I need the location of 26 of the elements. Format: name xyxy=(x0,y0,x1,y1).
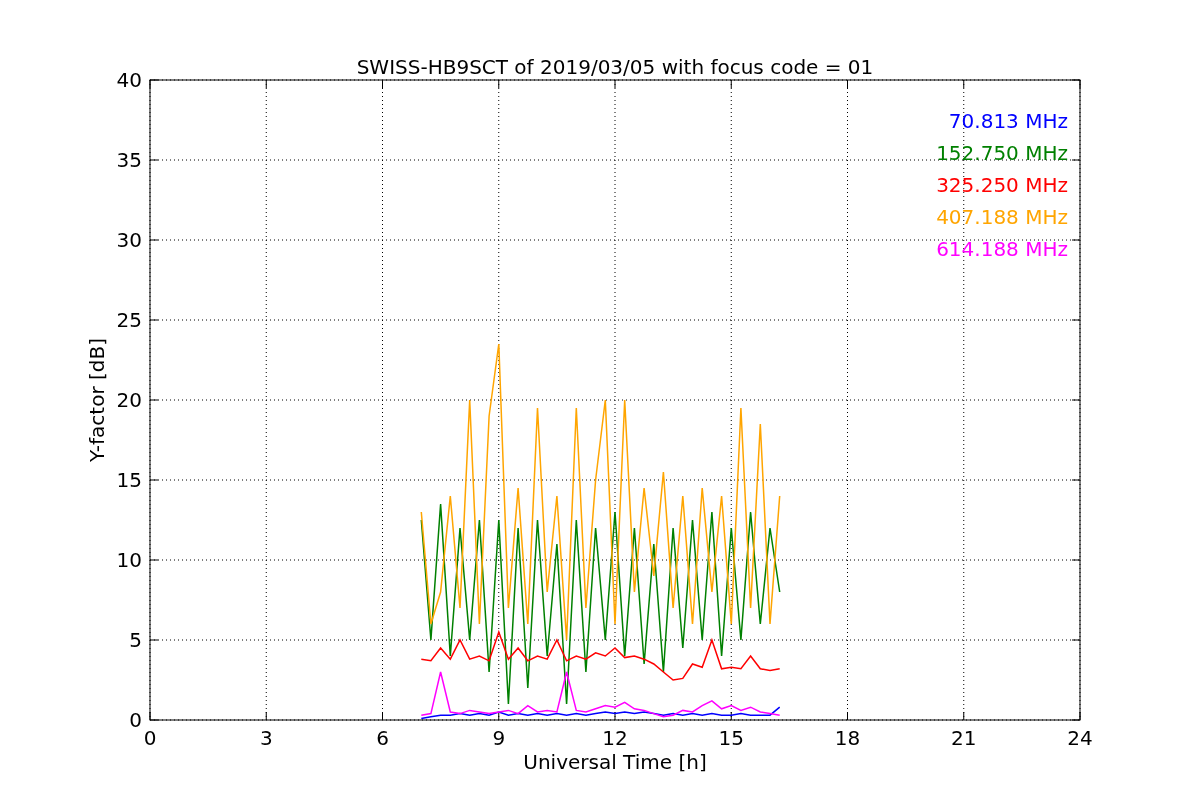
tick-label: 30 xyxy=(116,228,142,252)
axis-label: Universal Time [h] xyxy=(523,750,707,774)
tick-label: 15 xyxy=(116,468,142,492)
tick-label: 24 xyxy=(1067,726,1093,750)
tick-label: 0 xyxy=(129,708,142,732)
tick-label: 5 xyxy=(129,628,142,652)
tick-label: 18 xyxy=(834,726,861,750)
axis-label: Y-factor [dB] xyxy=(85,338,109,462)
tick-label: 0 xyxy=(143,726,157,750)
legend-label: 70.813 MHz xyxy=(948,109,1068,133)
legend-label: 407.188 MHz xyxy=(936,205,1068,229)
tick-label: 40 xyxy=(116,68,142,92)
chart-title: SWISS-HB9SCT of 2019/03/05 with focus code = 01 xyxy=(356,55,874,79)
tick-label: 35 xyxy=(116,148,142,172)
tick-label: 25 xyxy=(116,308,142,332)
tick-label: 21 xyxy=(951,726,977,750)
legend-label: 325.250 MHz xyxy=(936,173,1068,197)
tick-label: 3 xyxy=(259,726,273,750)
tick-label: 15 xyxy=(718,726,744,750)
tick-label: 9 xyxy=(492,726,506,750)
legend-label: 152.750 MHz xyxy=(936,141,1068,165)
tick-label: 12 xyxy=(602,726,628,750)
tick-label: 20 xyxy=(116,388,142,412)
legend-label: 614.188 MHz xyxy=(936,237,1068,261)
tick-label: 6 xyxy=(376,726,389,750)
tick-label: 10 xyxy=(116,548,142,572)
